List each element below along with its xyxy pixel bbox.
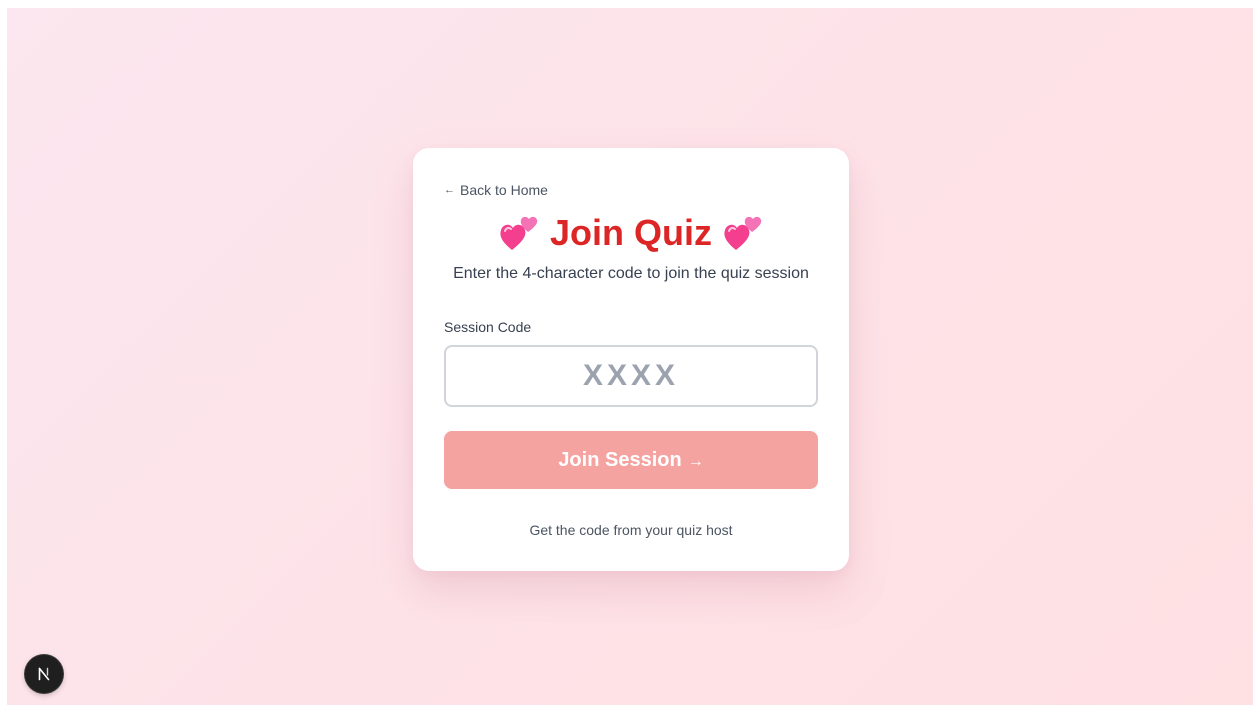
back-link-label: Back to Home <box>460 182 548 198</box>
arrow-right-icon: → <box>687 452 704 470</box>
two-hearts-icon <box>500 216 538 250</box>
nextjs-logo-icon <box>38 667 50 681</box>
join-session-label: Join Session <box>558 448 682 471</box>
back-to-home-link[interactable]: ← Back to Home <box>444 182 548 198</box>
session-code-label: Session Code <box>444 319 532 335</box>
page-title-row: Join Quiz <box>413 212 849 254</box>
two-hearts-icon <box>724 216 762 250</box>
page-background: ← Back to Home Join Quiz Enter the 4-cha… <box>7 8 1253 705</box>
nextjs-dev-badge[interactable] <box>25 655 63 693</box>
page-subtitle: Enter the 4-character code to join the q… <box>453 265 809 282</box>
session-code-input[interactable] <box>444 345 818 407</box>
code-hint-text: Get the code from your quiz host <box>529 522 733 538</box>
join-quiz-card: ← Back to Home Join Quiz Enter the 4-cha… <box>413 148 849 571</box>
join-session-button[interactable]: Join Session → <box>444 431 818 489</box>
back-arrow-icon: ← <box>444 184 455 196</box>
page-title: Join Quiz <box>550 212 712 253</box>
